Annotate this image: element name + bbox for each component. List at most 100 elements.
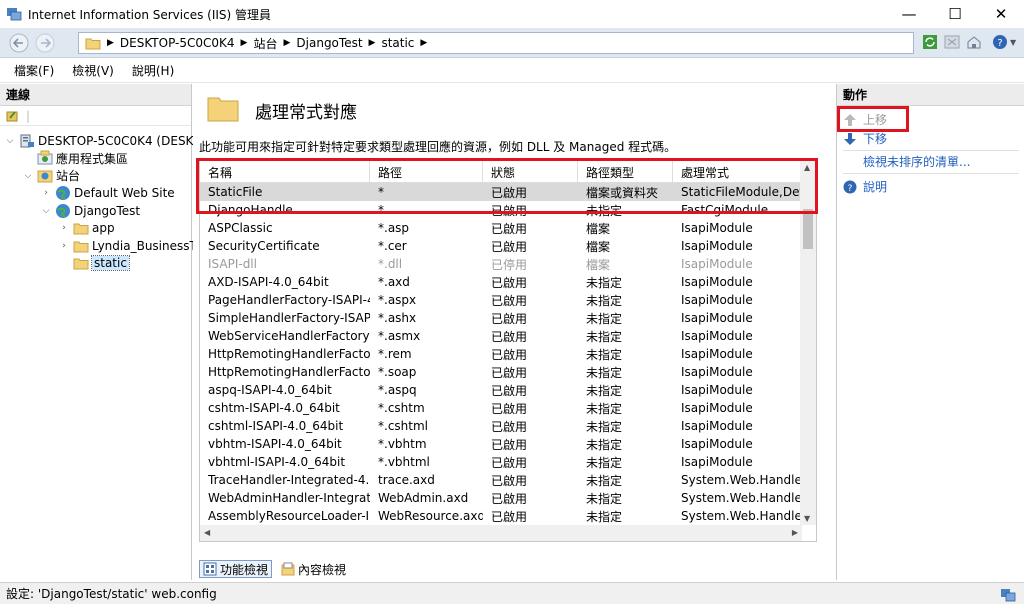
cell-path-type: 未指定: [586, 455, 623, 470]
cell-path-type: 未指定: [586, 473, 623, 488]
breadcrumb-separator-icon[interactable]: ▶: [369, 38, 376, 48]
vertical-scroll-thumb[interactable]: [803, 209, 813, 249]
tree-node[interactable]: static: [58, 255, 130, 272]
table-row[interactable]: TraceHandler-Integrated-4.0 trace.axd 已啟用 未…: [200, 471, 803, 489]
status-text: 設定: 'DjangoTest/static' web.config: [6, 587, 217, 601]
scroll-right-icon[interactable]: ▶: [792, 528, 798, 537]
cell-state: 已啟用: [491, 365, 528, 380]
tree-node[interactable]: 應用程式集區: [22, 150, 128, 167]
close-button[interactable]: ✕: [978, 0, 1024, 28]
connections-toolbar: |: [0, 106, 191, 126]
breadcrumb-separator-icon[interactable]: ▶: [283, 38, 290, 48]
view-unordered-list-action[interactable]: 檢視未排序的清單...: [863, 153, 970, 170]
tree-expander-icon[interactable]: ›: [58, 241, 70, 251]
table-row[interactable]: cshtm-ISAPI-4.0_64bit *.cshtm 已啟用 未指定 IsapiM…: [200, 399, 803, 417]
help-dropdown-icon[interactable]: ▼: [1010, 38, 1016, 47]
cell-path: *.ashx: [378, 311, 417, 325]
vertical-scrollbar[interactable]: ▲ ▼: [800, 161, 816, 525]
table-row[interactable]: ASPClassic *.asp 已啟用 檔案 IsapiModule: [200, 219, 803, 237]
table-row[interactable]: PageHandlerFactory-ISAPI-4... *.aspx 已啟用 未指…: [200, 291, 803, 309]
back-button[interactable]: [8, 32, 30, 54]
cell-path: WebAdmin.axd: [378, 491, 469, 505]
cell-name: AXD-ISAPI-4.0_64bit: [208, 275, 329, 289]
title-bar: Internet Information Services (IIS) 管理員 …: [0, 0, 1024, 28]
tree-expander-icon[interactable]: ⌵: [4, 136, 16, 146]
cell-path: *.aspx: [378, 293, 417, 307]
table-row[interactable]: WebServiceHandlerFactory-I... *.asmx 已啟用 未指…: [200, 327, 803, 345]
help-action[interactable]: ? 說明: [843, 178, 887, 195]
tree-node[interactable]: ⌵ DESKTOP-5C0C0K4 (DESKT: [4, 132, 200, 149]
breadcrumb-server[interactable]: DESKTOP-5C0C0K4: [120, 36, 235, 50]
view-switcher: 功能檢視 內容檢視: [199, 560, 355, 578]
cell-path-type: 未指定: [586, 275, 623, 290]
cell-path: WebResource.axd: [378, 509, 483, 523]
globe-icon: [52, 203, 74, 219]
cell-path-type: 未指定: [586, 437, 623, 452]
horizontal-scrollbar[interactable]: ◀ ▶: [200, 525, 802, 541]
table-row[interactable]: WebAdminHandler-Integrat... WebAdmin.axd 已…: [200, 489, 803, 507]
globe-icon: [52, 185, 74, 201]
tree-node-label: Default Web Site: [74, 186, 175, 200]
tree-node[interactable]: › Default Web Site: [40, 185, 175, 202]
address-breadcrumb[interactable]: ▶ DESKTOP-5C0C0K4 ▶ 站台 ▶ DjangoTest ▶ st…: [78, 32, 914, 54]
table-row[interactable]: AXD-ISAPI-4.0_64bit *.axd 已啟用 未指定 IsapiModul…: [200, 273, 803, 291]
breadcrumb-separator-icon[interactable]: ▶: [241, 38, 248, 48]
cell-name: WebServiceHandlerFactory-I...: [208, 329, 370, 343]
tree-expander-icon[interactable]: ›: [58, 223, 70, 233]
menu-file[interactable]: 檔案(F): [14, 62, 54, 79]
stop-icon[interactable]: [944, 34, 960, 50]
network-status-icon: [1001, 589, 1016, 602]
cell-state: 已啟用: [491, 383, 528, 398]
cell-name: ISAPI-dll: [208, 257, 257, 271]
features-view-tab[interactable]: 功能檢視: [199, 560, 273, 578]
toolbar-separator: |: [26, 108, 31, 123]
menu-view[interactable]: 檢視(V): [72, 62, 114, 79]
features-view-icon: [203, 562, 217, 576]
breadcrumb-sites[interactable]: 站台: [253, 35, 277, 52]
tree-expander-icon[interactable]: ⌵: [22, 171, 34, 181]
table-row[interactable]: SimpleHandlerFactory-ISAPI... *.ashx 已啟用 未指…: [200, 309, 803, 327]
breadcrumb-folder[interactable]: static: [381, 36, 414, 50]
table-row[interactable]: HttpRemotingHandlerFactor... *.soap 已啟用 未指定…: [200, 363, 803, 381]
breadcrumb-separator-icon[interactable]: ▶: [107, 38, 114, 48]
table-row[interactable]: vbhtm-ISAPI-4.0_64bit *.vbhtm 已啟用 未指定 IsapiM…: [200, 435, 803, 453]
connect-icon[interactable]: [6, 109, 20, 123]
move-down-action[interactable]: 下移: [843, 130, 887, 147]
scroll-left-icon[interactable]: ◀: [204, 528, 210, 537]
table-row[interactable]: AssemblyResourceLoader-In... WebResource.…: [200, 507, 803, 525]
refresh-icon[interactable]: [922, 34, 938, 50]
table-row[interactable]: vbhtml-ISAPI-4.0_64bit *.vbhtml 已啟用 未指定 Isap…: [200, 453, 803, 471]
tree-expander-icon[interactable]: ›: [40, 188, 52, 198]
table-row[interactable]: aspq-ISAPI-4.0_64bit *.aspq 已啟用 未指定 IsapiMod…: [200, 381, 803, 399]
table-row[interactable]: HttpRemotingHandlerFactor... *.rem 已啟用 未指定 I…: [200, 345, 803, 363]
tree-expander-icon[interactable]: ⌵: [40, 206, 52, 216]
cell-handler: System.Web.Handler: [681, 473, 803, 487]
content-view-tab[interactable]: 內容檢視: [278, 560, 349, 578]
menu-help[interactable]: 說明(H): [132, 62, 174, 79]
cell-path: *.vbhtm: [378, 437, 427, 451]
svg-text:?: ?: [997, 38, 1002, 49]
cell-state: 已啟用: [491, 311, 528, 326]
forward-button[interactable]: [34, 32, 56, 54]
handler-mappings-grid[interactable]: 名稱 路徑 狀態 路徑類型 處理常式 StaticFile * 已啟用 檔案或資料夾 S…: [199, 160, 817, 542]
table-row[interactable]: ISAPI-dll *.dll 已停用 檔案 IsapiModule: [200, 255, 803, 273]
scroll-down-icon[interactable]: ▼: [804, 514, 810, 523]
cell-state: 已啟用: [491, 473, 528, 488]
tree-node[interactable]: ⌵ DjangoTest: [40, 202, 140, 219]
cell-handler: IsapiModule: [681, 293, 753, 307]
home-icon[interactable]: [966, 34, 982, 50]
tree-node[interactable]: ⌵ 站台: [22, 167, 80, 184]
table-row[interactable]: cshtml-ISAPI-4.0_64bit *.cshtml 已啟用 未指定 Isap…: [200, 417, 803, 435]
help-icon[interactable]: ?: [992, 34, 1008, 50]
folder-icon: [207, 97, 239, 122]
tree-node[interactable]: › app: [58, 220, 114, 237]
table-row[interactable]: SecurityCertificate *.cer 已啟用 檔案 IsapiModule: [200, 237, 803, 255]
minimize-button[interactable]: —: [886, 0, 932, 28]
tree-node[interactable]: › Lyndia_BusinessTr: [58, 237, 200, 254]
breadcrumb-site[interactable]: DjangoTest: [296, 36, 362, 50]
highlight-box-rows: [196, 158, 818, 214]
cell-state: 已啟用: [491, 239, 528, 254]
maximize-button[interactable]: ☐: [932, 0, 978, 28]
cell-state: 已啟用: [491, 329, 528, 344]
breadcrumb-separator-icon[interactable]: ▶: [420, 38, 427, 48]
